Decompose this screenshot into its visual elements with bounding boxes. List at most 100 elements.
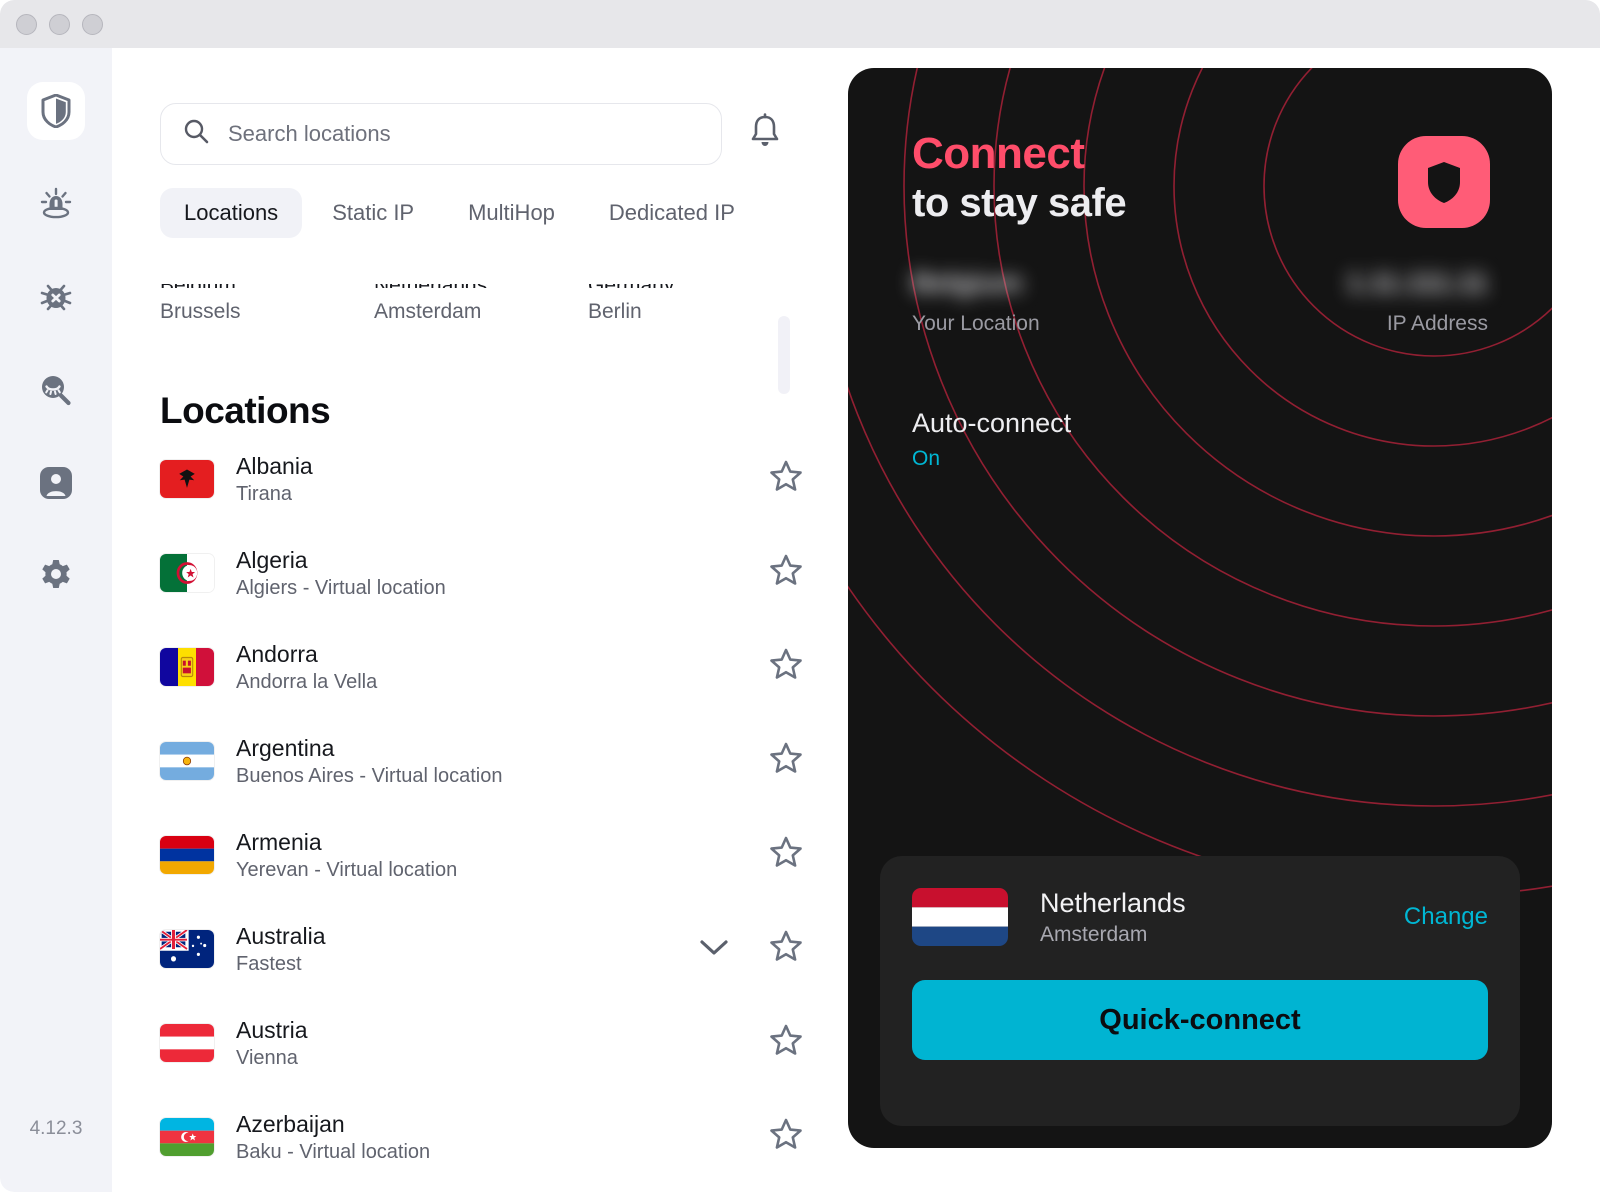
sidebar-item-settings[interactable] xyxy=(27,547,85,605)
app-version: 4.12.3 xyxy=(29,1118,83,1139)
quick-picks-row: Belgium Brussels Netherlands Amsterdam G… xyxy=(160,284,800,340)
tab-locations[interactable]: Locations xyxy=(160,188,303,238)
connection-stats: Belgium Your Location 1.11.111.11 IP Add… xyxy=(912,264,1488,374)
locations-scrollbar-thumb[interactable] xyxy=(778,316,790,394)
profile-icon xyxy=(37,466,75,500)
location-row[interactable]: Argentina Buenos Aires - Virtual location xyxy=(112,714,848,808)
ad-flag-icon xyxy=(160,648,214,686)
shield-icon xyxy=(41,94,71,128)
location-text: Australia Fastest xyxy=(236,922,698,977)
favorite-star-icon[interactable] xyxy=(768,741,804,782)
ip-address-value: 1.11.111.11 xyxy=(1346,267,1488,298)
threat-protection-icon xyxy=(37,185,75,223)
dark-web-monitor-icon xyxy=(37,371,75,409)
favorite-star-icon[interactable] xyxy=(768,835,804,876)
location-country: Austria xyxy=(236,1016,308,1043)
favorite-star-icon[interactable] xyxy=(768,1023,804,1064)
tab-multihop[interactable]: MultiHop xyxy=(444,188,579,238)
quick-pick-country: Belgium xyxy=(160,284,241,288)
location-city: Andorra la Vella xyxy=(236,671,378,694)
netherlands-flag-icon xyxy=(912,888,1008,946)
location-country: Albania xyxy=(236,452,313,479)
sidebar-item-malware-scan[interactable] xyxy=(27,268,85,326)
location-country: Algeria xyxy=(236,546,308,573)
search-icon xyxy=(183,118,210,150)
location-row[interactable]: Andorra Andorra la Vella xyxy=(112,620,848,714)
auto-connect-section[interactable]: Auto-connect On xyxy=(912,408,1071,471)
location-row[interactable]: Azerbaijan Baku - Virtual location xyxy=(112,1090,848,1184)
quick-connect-country: Netherlands xyxy=(1040,887,1186,918)
location-city: Algiers - Virtual location xyxy=(236,577,446,600)
title-bar xyxy=(0,0,1600,48)
location-row[interactable]: Australia Fastest xyxy=(112,902,848,996)
change-location-link[interactable]: Change xyxy=(1404,903,1488,931)
favorite-star-icon[interactable] xyxy=(768,647,804,688)
location-row[interactable]: Austria Vienna xyxy=(112,996,848,1090)
tab-bar: Locations Static IP MultiHop Dedicated I… xyxy=(160,188,759,238)
quick-connect-location-text: Netherlands Amsterdam xyxy=(1040,888,1404,947)
location-country: Azerbaijan xyxy=(236,1110,345,1137)
gear-icon xyxy=(38,558,74,594)
search-input[interactable] xyxy=(228,121,699,147)
locations-list: Albania Tirana Algeria Algiers - Virtual lo… xyxy=(112,432,848,1184)
locations-list-area: Locations Albania Tirana Algeria Algiers - … xyxy=(112,348,848,1192)
page-title: Locations xyxy=(160,390,331,431)
sidebar-item-threat-protection[interactable] xyxy=(27,175,85,233)
locations-pane: Locations Static IP MultiHop Dedicated I… xyxy=(112,48,848,1192)
search-box[interactable] xyxy=(160,103,722,165)
location-country: Andorra xyxy=(236,640,318,667)
app-window: 4.12.3 Locati xyxy=(0,0,1600,1192)
quick-pick-item[interactable]: Netherlands Amsterdam xyxy=(374,284,487,324)
favorite-star-icon[interactable] xyxy=(768,459,804,500)
your-location-label: Your Location xyxy=(912,312,1040,335)
location-text: Algeria Algiers - Virtual location xyxy=(236,546,768,601)
ar-flag-icon xyxy=(160,742,214,780)
location-text: Austria Vienna xyxy=(236,1016,768,1071)
at-flag-icon xyxy=(160,1024,214,1062)
favorite-star-icon[interactable] xyxy=(768,1117,804,1158)
az-flag-icon xyxy=(160,1118,214,1156)
quick-pick-city: Amsterdam xyxy=(374,300,482,323)
sidebar-item-vpn[interactable] xyxy=(27,82,85,140)
location-text: Azerbaijan Baku - Virtual location xyxy=(236,1110,768,1165)
chevron-down-icon[interactable] xyxy=(698,937,730,962)
ip-address-label: IP Address xyxy=(1386,312,1488,335)
location-row[interactable]: Algeria Algiers - Virtual location xyxy=(112,526,848,620)
quick-pick-item[interactable]: Germany Berlin xyxy=(588,284,674,324)
location-country: Argentina xyxy=(236,734,335,761)
bug-icon xyxy=(37,278,75,316)
location-city: Tirana xyxy=(236,483,292,506)
location-text: Argentina Buenos Aires - Virtual location xyxy=(236,734,768,789)
location-text: Andorra Andorra la Vella xyxy=(236,640,768,695)
auto-connect-status: On xyxy=(912,447,941,470)
quick-connect-button[interactable]: Quick-connect xyxy=(912,980,1488,1060)
location-city: Buenos Aires - Virtual location xyxy=(236,765,503,788)
quick-pick-item[interactable]: Belgium Brussels xyxy=(160,284,241,324)
window-close-button[interactable] xyxy=(16,13,37,35)
location-row[interactable]: Albania Tirana xyxy=(112,432,848,526)
quick-pick-country: Germany xyxy=(588,284,674,288)
location-city: Fastest xyxy=(236,953,302,976)
location-city: Yerevan - Virtual location xyxy=(236,859,458,882)
sidebar-item-profile[interactable] xyxy=(27,454,85,512)
location-text: Albania Tirana xyxy=(236,452,768,507)
sidebar-item-dark-web-monitor[interactable] xyxy=(27,361,85,419)
location-city: Vienna xyxy=(236,1047,298,1070)
sidebar: 4.12.3 xyxy=(0,48,112,1192)
tab-static-ip[interactable]: Static IP xyxy=(308,188,438,238)
bell-icon[interactable] xyxy=(748,112,782,156)
quick-pick-city: Brussels xyxy=(160,300,241,323)
favorite-star-icon[interactable] xyxy=(768,553,804,594)
location-text: Armenia Yerevan - Virtual location xyxy=(236,828,768,883)
location-country: Armenia xyxy=(236,828,322,855)
tab-dedicated-ip[interactable]: Dedicated IP xyxy=(585,188,759,238)
location-row[interactable]: Armenia Yerevan - Virtual location xyxy=(112,808,848,902)
auto-connect-label: Auto-connect xyxy=(912,408,1072,438)
window-maximize-button[interactable] xyxy=(82,13,103,35)
brand-shield-icon xyxy=(1398,136,1490,228)
search-row xyxy=(160,103,782,165)
connect-panel: Connect to stay safe Belgium Your Locati… xyxy=(848,68,1552,1148)
window-minimize-button[interactable] xyxy=(49,13,70,35)
favorite-star-icon[interactable] xyxy=(768,929,804,970)
location-country: Australia xyxy=(236,922,326,949)
